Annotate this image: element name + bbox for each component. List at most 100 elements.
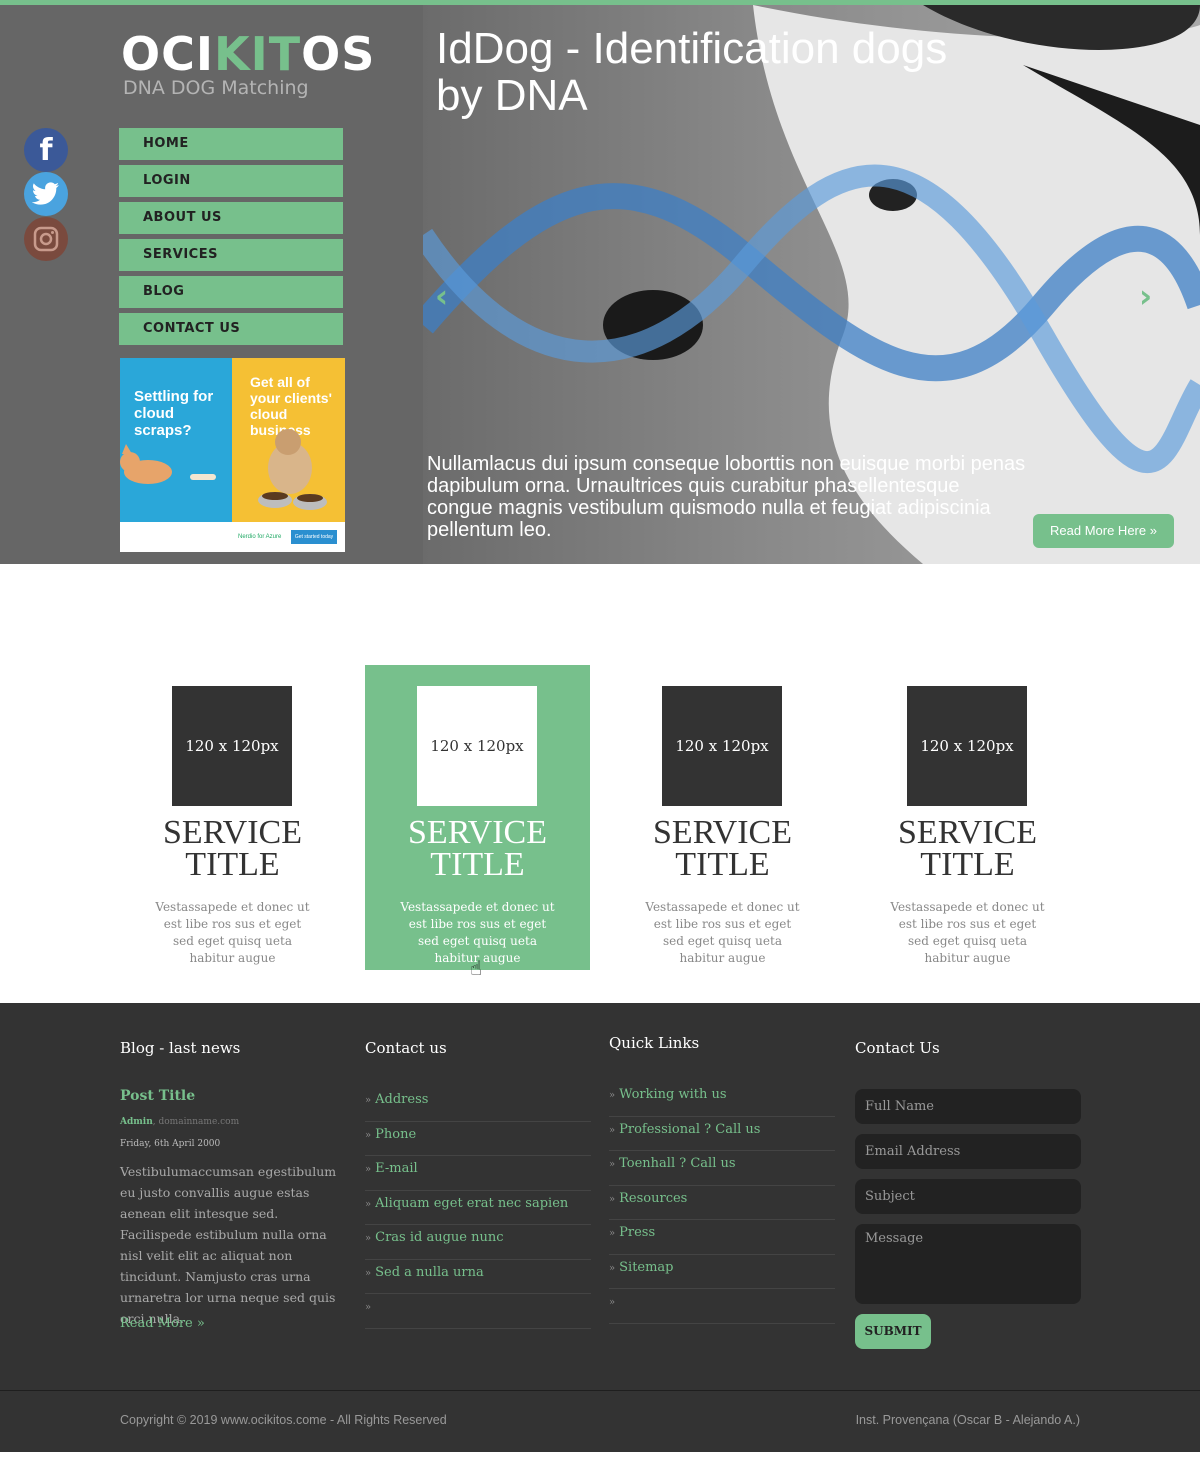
chevron-right-icon: »	[609, 1228, 616, 1239]
post-meta: Admin, domainname.com	[120, 1117, 239, 1127]
post-author[interactable]: Admin	[120, 1117, 153, 1127]
menu-item-home[interactable]: HOME	[119, 128, 343, 160]
service-description: Vestassapede et donec ut est libe ros su…	[155, 900, 310, 965]
chevron-right-icon: »	[609, 1262, 616, 1274]
quick-link-press[interactable]: » Press	[609, 1220, 835, 1255]
service-image-placeholder: 120 x 120px	[662, 686, 782, 806]
slider-prev-arrow-icon[interactable]: ‹	[435, 277, 448, 315]
contact-form-heading: Contact Us	[855, 1039, 940, 1057]
service-title: SERVICE TITLE	[653, 814, 792, 883]
contact-link-cras[interactable]: » Cras id augue nunc	[365, 1225, 591, 1260]
chevron-right-icon: »	[609, 1159, 616, 1170]
contact-link-address[interactable]: » Address	[365, 1087, 591, 1122]
service-title: SERVICE TITLE	[163, 814, 302, 883]
ad-cta-button[interactable]: Get started today	[291, 530, 337, 544]
sidebar: OCIKITOS DNA DOG Matching f HOME LOGIN A…	[0, 5, 423, 564]
message-textarea[interactable]: Message	[855, 1224, 1081, 1304]
quick-link-sitemap[interactable]: » Sitemap	[609, 1255, 835, 1289]
menu-item-about-us[interactable]: ABOUT US	[119, 202, 343, 234]
quick-link-professional[interactable]: » Professional ? Call us	[609, 1117, 835, 1151]
chevron-right-icon: »	[365, 1302, 372, 1313]
service-card[interactable]: 120 x 120px SERVICE TITLE Vestassapede e…	[120, 665, 345, 970]
menu-item-contact-us[interactable]: CONTACT US	[119, 313, 343, 345]
contact-link-email[interactable]: » E-mail	[365, 1156, 591, 1191]
quick-link-label: Professional ? Call us	[619, 1121, 761, 1137]
chevron-right-icon: »	[365, 1233, 372, 1244]
contact-link-label: Aliquam eget erat nec sapien	[375, 1195, 569, 1211]
chevron-right-icon: »	[365, 1198, 372, 1210]
hero-title: IdDog - Identification dogs by DNA	[436, 24, 948, 120]
contact-link-label: Cras id augue nunc	[375, 1230, 504, 1245]
post-title-link[interactable]: Post Title	[120, 1088, 195, 1104]
cat-illustration-icon	[120, 444, 216, 484]
chevron-right-icon: »	[365, 1129, 372, 1141]
post-date: Friday, 6th April 2000	[120, 1139, 221, 1149]
quick-link-resources[interactable]: » Resources	[609, 1186, 835, 1220]
service-image-placeholder: 120 x 120px	[907, 686, 1027, 806]
contact-link-label: Address	[375, 1092, 429, 1107]
credits-text: Inst. Provençana (Oscar B - Alejando A.)	[855, 1413, 1080, 1427]
service-image-placeholder: 120 x 120px	[417, 686, 537, 806]
post-excerpt: Vestibulumaccumsan egestibulum eu justo …	[120, 1164, 337, 1326]
quick-link-toenhall[interactable]: » Toenhall ? Call us	[609, 1151, 835, 1186]
instagram-icon[interactable]	[24, 217, 68, 261]
copyright-text: Copyright © 2019 www.ocikitos.come - All…	[120, 1413, 447, 1427]
service-title: SERVICE TITLE	[898, 814, 1037, 883]
quick-link-empty[interactable]: »	[609, 1289, 835, 1324]
contact-link-label: Phone	[375, 1126, 417, 1142]
post-read-more-link[interactable]: Read More »	[120, 1316, 205, 1331]
facebook-glyph: f	[39, 132, 53, 168]
full-name-input[interactable]: Full Name	[855, 1089, 1081, 1124]
chevron-right-icon: »	[609, 1193, 616, 1205]
service-description: Vestassapede et donec ut est libe ros su…	[645, 900, 800, 965]
contact-link-sed[interactable]: » Sed a nulla urna	[365, 1260, 591, 1294]
instagram-camera-icon	[33, 226, 59, 252]
chevron-right-icon: »	[609, 1124, 616, 1136]
twitter-icon[interactable]	[24, 172, 68, 216]
contact-link-label: Sed a nulla urna	[375, 1264, 484, 1280]
logo-part-2: KIT	[213, 27, 302, 81]
footer: Blog - last news Post Title Admin, domai…	[0, 1003, 1200, 1390]
slider-next-arrow-icon[interactable]: ›	[1139, 277, 1152, 315]
read-more-button[interactable]: Read More Here »	[1033, 514, 1174, 548]
chevron-right-icon: »	[609, 1090, 616, 1101]
service-card[interactable]: 120 x 120px SERVICE TITLE Vestassapede e…	[610, 665, 835, 970]
contact-link-phone[interactable]: » Phone	[365, 1122, 591, 1156]
ad-brand: Nerdio for Azure	[238, 534, 282, 540]
ad-left-text: Settling for cloud scraps?	[134, 388, 214, 439]
service-card[interactable]: 120 x 120px SERVICE TITLE Vestassapede e…	[855, 665, 1080, 970]
quick-link-label: Press	[619, 1225, 656, 1240]
service-image-placeholder: 120 x 120px	[172, 686, 292, 806]
chevron-right-icon: »	[365, 1267, 372, 1279]
header: OCIKITOS DNA DOG Matching f HOME LOGIN A…	[0, 5, 1200, 564]
email-input[interactable]: Email Address	[855, 1134, 1081, 1169]
menu-item-blog[interactable]: BLOG	[119, 276, 343, 308]
facebook-icon[interactable]: f	[24, 128, 68, 172]
chevron-right-icon: »	[365, 1095, 372, 1106]
hand-cursor-icon: ☝	[470, 956, 483, 980]
contact-heading: Contact us	[365, 1039, 447, 1057]
contact-link-empty[interactable]: »	[365, 1294, 591, 1329]
chevron-right-icon: »	[365, 1164, 372, 1175]
logo[interactable]: OCIKITOS	[121, 31, 375, 77]
quick-link-label: Sitemap	[619, 1259, 674, 1275]
quick-link-label: Toenhall ? Call us	[619, 1156, 736, 1171]
service-description: Vestassapede et donec ut est libe ros su…	[890, 900, 1045, 965]
contact-links: » Address » Phone » E-mail » Aliquam eget er…	[365, 1087, 591, 1329]
quick-link-label: Resources	[619, 1190, 688, 1206]
tagline: DNA DOG Matching	[123, 77, 309, 99]
quick-link-working[interactable]: » Working with us	[609, 1082, 835, 1117]
post-domain: , domainname.com	[152, 1117, 240, 1127]
contact-link-aliquam[interactable]: » Aliquam eget erat nec sapien	[365, 1191, 591, 1225]
quick-links-heading: Quick Links	[609, 1034, 700, 1052]
menu-item-services[interactable]: SERVICES	[119, 239, 343, 271]
submit-button[interactable]: SUBMIT	[855, 1314, 931, 1349]
bottom-bar: Copyright © 2019 www.ocikitos.come - All…	[0, 1390, 1200, 1452]
logo-part-1: OCI	[121, 27, 214, 81]
blog-heading: Blog - last news	[120, 1039, 241, 1057]
hero-text: Nullamlacus dui ipsum conseque loborttis…	[427, 453, 1026, 541]
advertisement-banner[interactable]: Settling for cloud scraps? Get all of yo…	[120, 358, 345, 552]
menu-item-login[interactable]: LOGIN	[119, 165, 343, 197]
subject-input[interactable]: Subject	[855, 1179, 1081, 1214]
service-card-active[interactable]: 120 x 120px SERVICE TITLE Vestassapede e…	[365, 665, 590, 970]
